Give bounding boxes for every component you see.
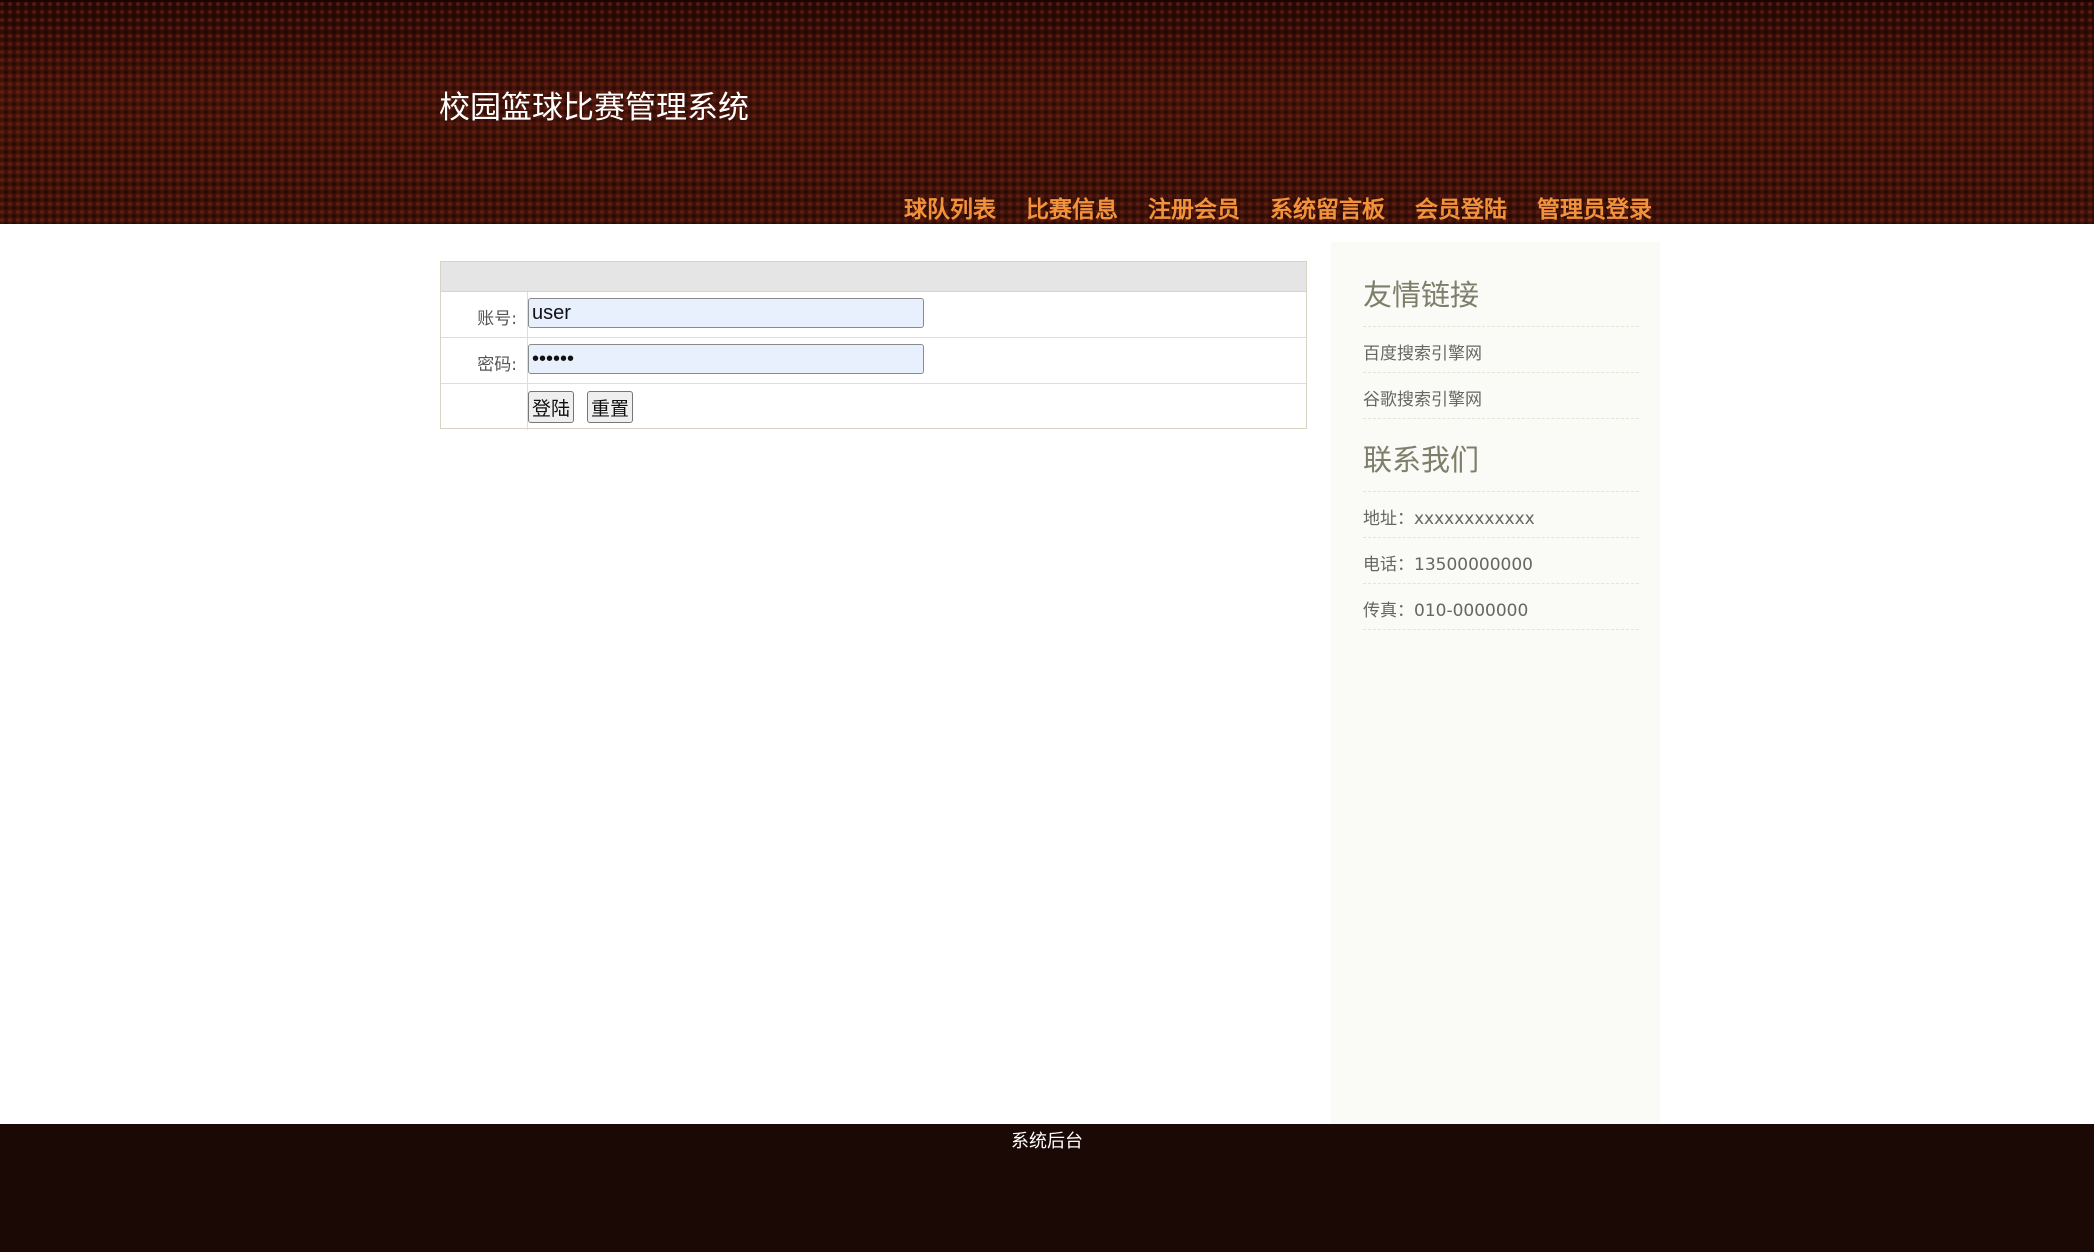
password-label: 密码: xyxy=(477,355,517,375)
nav-register[interactable]: 注册会员 xyxy=(1148,190,1240,224)
password-input[interactable] xyxy=(528,344,924,374)
friend-links-title: 友情链接 xyxy=(1363,278,1480,312)
sidebar: 友情链接 百度搜索引擎网 谷歌搜索引擎网 联系我们 地址：xxxxxxxxxxx… xyxy=(1331,242,1660,1124)
nav-member-login[interactable]: 会员登陆 xyxy=(1415,190,1507,224)
divider xyxy=(1363,418,1639,419)
nav-match-info[interactable]: 比赛信息 xyxy=(1026,190,1118,224)
site-footer: 系统后台 xyxy=(0,1124,2094,1252)
site-title: 校园篮球比赛管理系统 xyxy=(439,90,749,126)
friend-link-google[interactable]: 谷歌搜索引擎网 xyxy=(1363,372,1639,418)
nav-team-list[interactable]: 球队列表 xyxy=(904,190,996,224)
account-label: 账号: xyxy=(477,309,517,329)
contact-phone: 电话：13500000000 xyxy=(1363,537,1639,583)
contact-fax: 传真：010-0000000 xyxy=(1363,583,1639,629)
site-header: 校园篮球比赛管理系统 球队列表 比赛信息 注册会员 系统留言板 会员登陆 管理员… xyxy=(0,0,2094,224)
login-form-header xyxy=(441,262,1306,292)
account-row: 账号: xyxy=(441,292,1306,338)
contact-address: 地址：xxxxxxxxxxxx xyxy=(1363,491,1639,537)
password-row: 密码: xyxy=(441,338,1306,384)
main-nav: 球队列表 比赛信息 注册会员 系统留言板 会员登陆 管理员登录 xyxy=(904,190,1652,224)
button-row: 登陆 重置 xyxy=(441,384,1306,430)
nav-admin-login[interactable]: 管理员登录 xyxy=(1537,190,1652,224)
reset-button[interactable]: 重置 xyxy=(587,391,634,423)
contact-us-title: 联系我们 xyxy=(1363,443,1480,477)
account-input[interactable] xyxy=(528,298,924,328)
login-button[interactable]: 登陆 xyxy=(528,391,575,423)
admin-backend-link[interactable]: 系统后台 xyxy=(0,1127,2094,1153)
nav-message-board[interactable]: 系统留言板 xyxy=(1270,190,1385,224)
login-form: 账号: 密码: 登陆 重置 xyxy=(440,261,1307,430)
friend-link-baidu[interactable]: 百度搜索引擎网 xyxy=(1363,326,1639,372)
divider xyxy=(1363,629,1639,630)
